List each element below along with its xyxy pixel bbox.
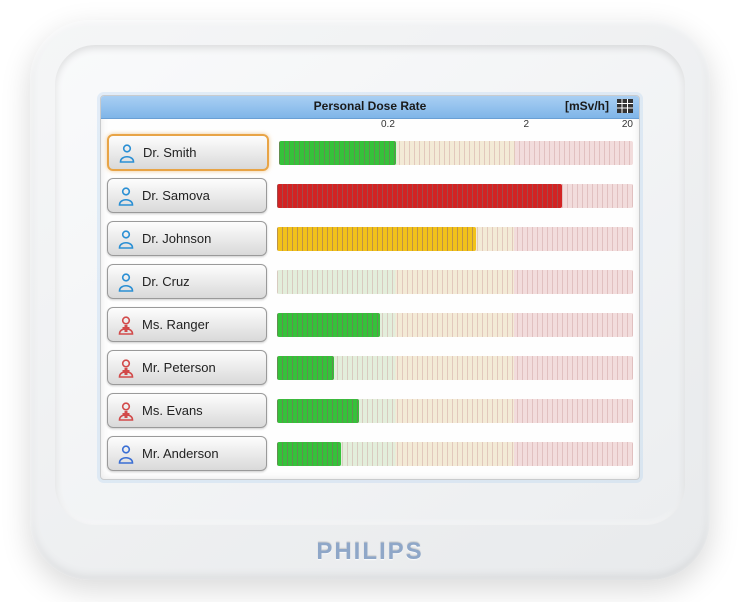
person-button[interactable]: Ms. Ranger <box>107 307 267 342</box>
dose-bar-fill <box>277 399 359 423</box>
dose-bar-track <box>277 313 633 337</box>
person-button[interactable]: Dr. Smith <box>107 134 269 171</box>
dose-bar-fill <box>277 356 334 380</box>
person-row: Dr. Samova <box>107 177 633 214</box>
dose-bar-fill <box>277 227 476 251</box>
person-icon <box>116 358 136 378</box>
person-icon <box>116 272 136 292</box>
person-row: Mr. Peterson <box>107 349 633 386</box>
person-name: Dr. Johnson <box>142 231 211 246</box>
content-area: 0.2 2 20 Dr. Smith Dr. Samova Dr. Johnso… <box>101 118 639 479</box>
person-button[interactable]: Mr. Anderson <box>107 436 267 471</box>
dose-bar-fill <box>279 141 396 165</box>
person-name: Ms. Evans <box>142 403 203 418</box>
person-name: Dr. Cruz <box>142 274 190 289</box>
person-button[interactable]: Mr. Peterson <box>107 350 267 385</box>
dose-bar-track <box>279 141 633 165</box>
person-name: Mr. Peterson <box>142 360 216 375</box>
grid-view-icon[interactable] <box>617 99 633 113</box>
dose-bar-track <box>277 184 633 208</box>
dose-bar-track <box>277 270 633 294</box>
dose-bar-fill <box>277 184 562 208</box>
unit-label: [mSv/h] <box>565 99 609 113</box>
person-icon <box>116 186 136 206</box>
person-button[interactable]: Dr. Johnson <box>107 221 267 256</box>
person-list: Dr. Smith Dr. Samova Dr. Johnson Dr. Cru… <box>107 134 633 478</box>
dose-bar-track <box>277 356 633 380</box>
person-name: Dr. Samova <box>142 188 210 203</box>
scale-tick-2: 2 <box>523 119 529 130</box>
dose-bar-fill <box>277 313 380 337</box>
person-icon <box>116 444 136 464</box>
page-title: Personal Dose Rate <box>314 99 427 113</box>
person-row: Dr. Smith <box>107 134 633 171</box>
person-row: Ms. Ranger <box>107 306 633 343</box>
person-button[interactable]: Ms. Evans <box>107 393 267 428</box>
brand-logo: PHILIPS <box>30 538 710 566</box>
person-button[interactable]: Dr. Samova <box>107 178 267 213</box>
person-row: Dr. Cruz <box>107 263 633 300</box>
person-button[interactable]: Dr. Cruz <box>107 264 267 299</box>
title-bar: Personal Dose Rate [mSv/h] <box>101 96 639 119</box>
person-icon <box>116 229 136 249</box>
person-icon <box>116 315 136 335</box>
scale-tick-3: 20 <box>622 119 633 130</box>
person-icon <box>116 401 136 421</box>
person-row: Dr. Johnson <box>107 220 633 257</box>
scale-row: 0.2 2 20 <box>101 118 639 134</box>
person-icon <box>117 143 137 163</box>
device-bezel: Personal Dose Rate [mSv/h] 0.2 2 20 Dr. … <box>55 45 685 525</box>
person-name: Mr. Anderson <box>142 446 219 461</box>
person-name: Dr. Smith <box>143 145 196 160</box>
dose-bar-track <box>277 442 633 466</box>
person-row: Ms. Evans <box>107 392 633 429</box>
dose-bar-fill <box>277 442 341 466</box>
person-name: Ms. Ranger <box>142 317 209 332</box>
device-frame: Personal Dose Rate [mSv/h] 0.2 2 20 Dr. … <box>30 20 710 580</box>
scale-tick-1: 0.2 <box>381 119 395 130</box>
dose-bar-track <box>277 227 633 251</box>
person-row: Mr. Anderson <box>107 435 633 472</box>
dose-bar-track <box>277 399 633 423</box>
screen: Personal Dose Rate [mSv/h] 0.2 2 20 Dr. … <box>100 95 640 480</box>
